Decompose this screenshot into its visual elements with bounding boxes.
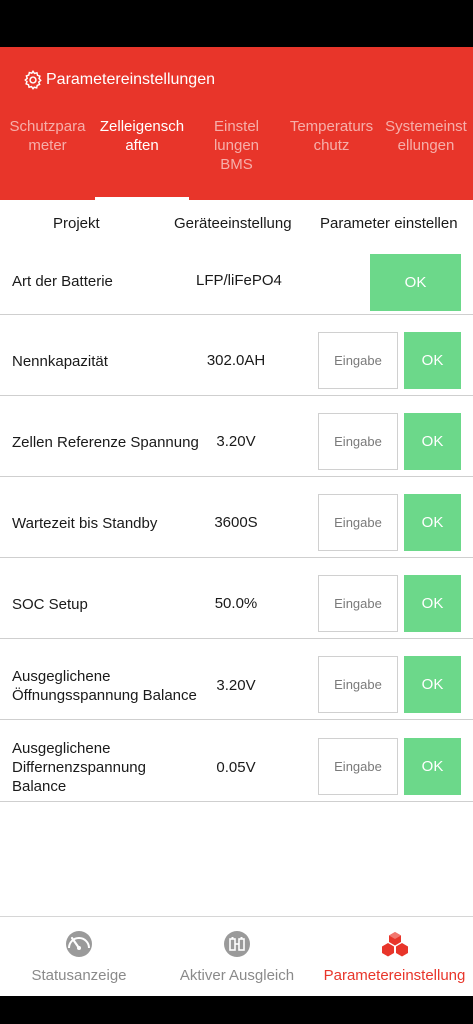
table-row: Nennkapazität 302.0AH Eingabe OK xyxy=(0,315,473,396)
row-label: Nennkapazität xyxy=(12,353,108,370)
row-value: 3600S xyxy=(214,514,258,531)
table-row: Zellen Referenze Spannung 3.20V Eingabe … xyxy=(0,396,473,477)
gear-icon[interactable] xyxy=(22,69,44,91)
ok-button[interactable]: OK xyxy=(404,738,461,795)
ok-button[interactable]: OK xyxy=(404,656,461,713)
nav-item-statusanzeige[interactable]: Statusanzeige xyxy=(0,917,158,997)
ok-button[interactable]: OK xyxy=(404,575,461,632)
table-row: Wartezeit bis Standby 3600S Eingabe OK xyxy=(0,477,473,558)
page-title: Parametereinstellungen xyxy=(46,71,215,88)
table-row: Ausgeglichene Differnenzspannung Balance… xyxy=(0,720,473,802)
row-value: LFP/liFePO4 xyxy=(196,272,282,289)
status-gauge-icon xyxy=(66,931,92,957)
value-input[interactable]: Eingabe xyxy=(318,494,398,551)
nav-item-aktiver-ausgleich[interactable]: Aktiver Ausgleich xyxy=(158,917,316,997)
value-input[interactable]: Eingabe xyxy=(318,575,398,632)
tab-schutzparameter[interactable]: Schutzpara meter xyxy=(0,117,95,155)
nav-label: Parametereinstellung xyxy=(323,967,466,984)
table-row: Ausgeglichene Öffnungsspannung Balance 3… xyxy=(0,639,473,720)
parameter-cubes-icon xyxy=(381,932,408,957)
app-header: Parametereinstellungen Schutzpara meter … xyxy=(0,47,473,200)
value-input[interactable]: Eingabe xyxy=(318,332,398,389)
ok-button[interactable]: OK xyxy=(404,494,461,551)
row-value: 302.0AH xyxy=(206,352,266,369)
row-value: 3.20V xyxy=(216,433,256,450)
tab-zelleigenschaften[interactable]: Zelleigensch aften xyxy=(95,117,189,155)
row-label: Zellen Referenze Spannung xyxy=(12,434,199,451)
ok-button[interactable]: OK xyxy=(404,332,461,389)
column-header-device-setting: Geräteeinstellung xyxy=(174,215,292,232)
tab-bar: Schutzpara meter Zelleigensch aften Eins… xyxy=(0,115,473,200)
header-title-row: Parametereinstellungen xyxy=(22,69,215,91)
column-header-set-parameter: Parameter einstellen xyxy=(320,215,458,232)
value-input[interactable]: Eingabe xyxy=(318,738,398,795)
row-label: Ausgeglichene Öffnungsspannung Balance xyxy=(12,668,197,704)
system-navigation-bar xyxy=(0,996,473,1024)
row-label: Wartezeit bis Standby xyxy=(12,515,158,532)
nav-label: Statusanzeige xyxy=(31,967,127,984)
row-label: Ausgeglichene Differnenzspannung Balance xyxy=(12,740,146,795)
value-input[interactable]: Eingabe xyxy=(318,413,398,470)
row-label: SOC Setup xyxy=(12,596,88,613)
table-row: SOC Setup 50.0% Eingabe OK xyxy=(0,558,473,639)
row-value: 3.20V xyxy=(216,677,256,694)
nav-item-parametereinstellung[interactable]: Parametereinstellung xyxy=(316,917,473,997)
row-value: 0.05V xyxy=(216,759,256,776)
tab-temperaturschutz[interactable]: Temperaturs chutz xyxy=(284,117,379,155)
ok-button[interactable]: OK xyxy=(404,413,461,470)
column-header-project: Projekt xyxy=(53,215,100,232)
column-headers: Projekt Geräteeinstellung Parameter eins… xyxy=(0,200,473,248)
nav-label: Aktiver Ausgleich xyxy=(179,967,295,984)
row-value: 50.0% xyxy=(214,595,258,612)
balance-battery-icon xyxy=(224,931,250,957)
bottom-navigation: Statusanzeige Aktiver Ausgleich Paramete… xyxy=(0,916,473,996)
ok-button[interactable]: OK xyxy=(370,254,461,311)
tab-einstellungen-bms[interactable]: Einstel lungen BMS xyxy=(189,117,284,174)
row-label: Art der Batterie xyxy=(12,273,113,290)
status-bar xyxy=(0,0,473,47)
value-input[interactable]: Eingabe xyxy=(318,656,398,713)
tab-systemeinstellungen[interactable]: Systemeinst ellungen xyxy=(379,117,473,155)
table-row: Art der Batterie LFP/liFePO4 OK xyxy=(0,248,473,315)
